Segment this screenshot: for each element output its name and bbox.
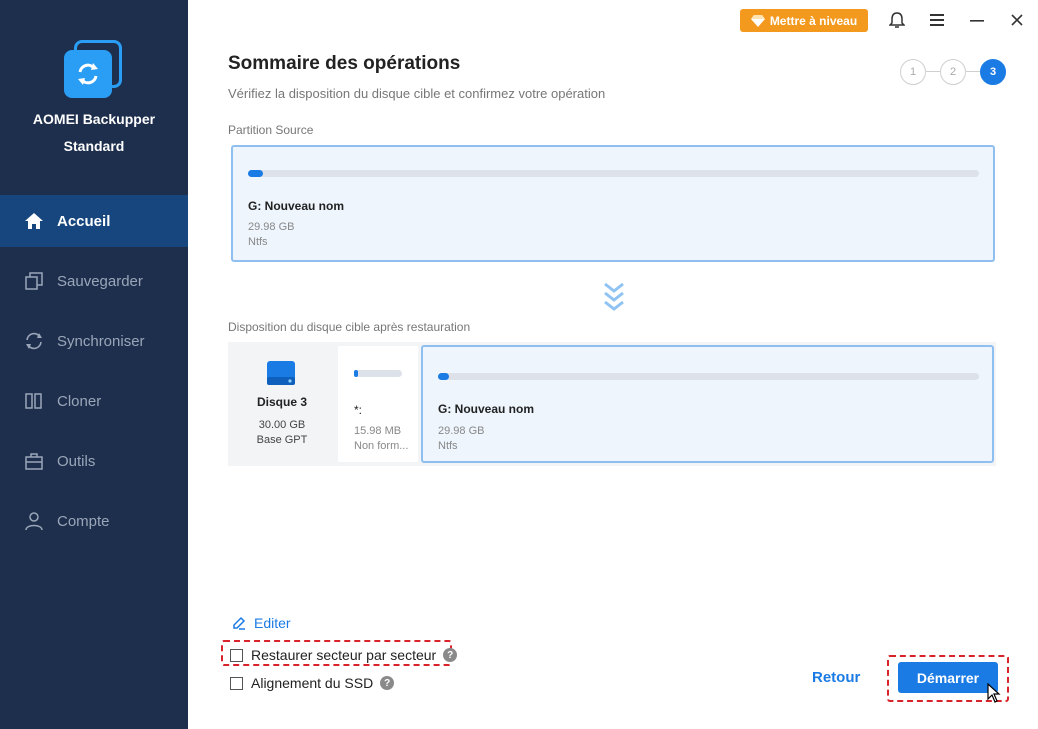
- double-chevron-down-icon: [604, 282, 624, 311]
- step-2: 2: [940, 59, 966, 85]
- sidebar-item-outils[interactable]: Outils: [0, 435, 188, 487]
- partition-size: 29.98 GB: [438, 425, 485, 437]
- target-partition-card[interactable]: G: Nouveau nom 29.98 GB Ntfs: [421, 345, 994, 463]
- sidebar-item-cloner[interactable]: Cloner: [0, 375, 188, 427]
- partition-size: 15.98 MB: [354, 425, 402, 437]
- partition-fs: Ntfs: [438, 440, 458, 452]
- sector-by-sector-checkbox[interactable]: [230, 648, 243, 662]
- sidebar-item-sauvegarder[interactable]: Sauvegarder: [0, 255, 188, 307]
- sidebar-item-accueil[interactable]: Accueil: [0, 195, 188, 247]
- step-3: 3: [980, 59, 1006, 85]
- disk-name: Disque 3: [256, 395, 307, 409]
- partition-fs: Non form...: [354, 440, 409, 452]
- unallocated-partition[interactable]: *: 15.98 MB Non form...: [338, 346, 418, 462]
- partition-name: *:: [354, 403, 363, 417]
- diamond-icon: [750, 14, 765, 27]
- partition-name: G: Nouveau nom: [438, 402, 535, 416]
- source-label: Partition Source: [228, 123, 314, 137]
- clone-icon: [25, 393, 42, 409]
- ssd-alignment-option[interactable]: Alignement du SSD ?: [230, 675, 395, 691]
- page-subtitle: Vérifiez la disposition du disque cible …: [228, 86, 606, 101]
- sector-by-sector-label: Restaurer secteur par secteur: [251, 647, 437, 663]
- sidebar-item-label: Accueil: [57, 212, 111, 230]
- sidebar-item-label: Synchroniser: [57, 332, 145, 350]
- ssd-alignment-checkbox[interactable]: [230, 676, 243, 690]
- sidebar-item-label: Sauvegarder: [57, 272, 143, 290]
- step-connector: [926, 71, 940, 72]
- usage-bar-fill: [438, 373, 449, 380]
- mouse-cursor-icon: [987, 683, 1001, 703]
- backup-icon: [25, 272, 43, 290]
- usage-bar-fill: [354, 370, 358, 377]
- target-disk-layout: Disque 3 30.00 GB Base GPT *: 15.98 MB N…: [228, 342, 996, 466]
- help-icon[interactable]: ?: [380, 676, 395, 690]
- sidebar-item-synchroniser[interactable]: Synchroniser: [0, 315, 188, 367]
- partition-name: G: Nouveau nom: [248, 199, 345, 213]
- user-icon: [25, 512, 43, 531]
- usage-bar: [248, 170, 979, 177]
- help-icon[interactable]: ?: [443, 648, 458, 662]
- sync-icon: [26, 332, 42, 350]
- sidebar-item-compte[interactable]: Compte: [0, 495, 188, 547]
- toolbox-icon: [25, 453, 43, 470]
- sidebar-item-label: Outils: [57, 452, 96, 470]
- app-edition: Standard: [63, 138, 125, 154]
- app-logo: [64, 40, 124, 100]
- sidebar: AOMEI Backupper Standard Accueil Sauvega…: [0, 0, 188, 729]
- home-icon: [25, 213, 43, 229]
- close-icon[interactable]: [1008, 11, 1026, 29]
- back-button[interactable]: Retour: [812, 669, 860, 686]
- target-disk-info[interactable]: Disque 3 30.00 GB Base GPT: [228, 342, 336, 466]
- page-title: Sommaire des opérations: [228, 53, 461, 74]
- step-1: 1: [900, 59, 926, 85]
- start-button[interactable]: Démarrer: [898, 662, 998, 693]
- sync-logo-icon: [78, 63, 98, 85]
- edit-label: Editer: [254, 615, 291, 631]
- step-connector: [966, 71, 980, 72]
- partition-fs: Ntfs: [248, 236, 268, 248]
- sector-by-sector-option[interactable]: Restaurer secteur par secteur ?: [230, 647, 458, 663]
- partition-size: 29.98 GB: [248, 221, 295, 233]
- usage-bar: [354, 370, 402, 377]
- app-name: AOMEI Backupper: [32, 111, 156, 127]
- minimize-icon[interactable]: [968, 11, 986, 29]
- upgrade-label: Mettre à niveau: [769, 13, 858, 28]
- ssd-alignment-label: Alignement du SSD: [251, 675, 374, 691]
- menu-icon[interactable]: [928, 11, 946, 29]
- source-partition-card[interactable]: G: Nouveau nom 29.98 GB Ntfs: [231, 145, 995, 262]
- sidebar-item-label: Cloner: [57, 392, 102, 410]
- usage-bar: [438, 373, 979, 380]
- usage-bar-fill: [248, 170, 263, 177]
- target-label: Disposition du disque cible après restau…: [228, 320, 471, 334]
- disk-type: Base GPT: [256, 434, 308, 446]
- upgrade-button[interactable]: Mettre à niveau: [740, 9, 868, 32]
- edit-link[interactable]: Editer: [232, 615, 291, 631]
- bell-icon[interactable]: [888, 11, 906, 29]
- disk-icon: [267, 361, 295, 385]
- sidebar-item-label: Compte: [57, 512, 110, 530]
- pencil-icon: [233, 616, 246, 630]
- disk-size: 30.00 GB: [258, 419, 306, 431]
